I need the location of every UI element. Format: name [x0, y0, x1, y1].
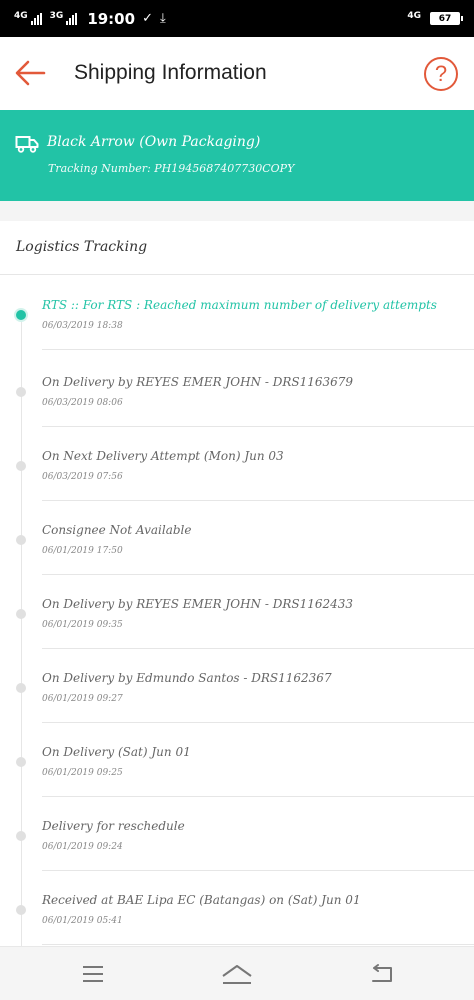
back-icon [372, 964, 392, 982]
event-date: 06/01/2019 09:27 [42, 694, 123, 704]
event-status: RTS :: For RTS : Reached maximum number … [42, 298, 437, 312]
event-status: On Next Delivery Attempt (Mon) Jun 03 [42, 449, 284, 463]
event-date: 06/01/2019 17:50 [42, 546, 123, 556]
timeline-dot [16, 831, 26, 841]
signal-bars-icon [66, 12, 78, 25]
battery-icon: 67 [430, 12, 463, 25]
timeline-dot [16, 757, 26, 767]
clock: 19:00 [87, 9, 136, 28]
timeline-event: Delivery for reschedule 06/01/2019 09:24 [0, 797, 474, 871]
event-status: Consignee Not Available [42, 523, 192, 537]
event-date: 06/01/2019 05:41 [42, 916, 123, 926]
timeline-event: On Delivery by REYES EMER JOHN - DRS1163… [0, 353, 474, 427]
event-date: 06/03/2019 18:38 [42, 321, 123, 331]
section-title: Logistics Tracking [0, 221, 474, 275]
shipment-banner: Black Arrow (Own Packaging) Tracking Num… [0, 110, 474, 201]
tracking-number[interactable]: Tracking Number: PH1945687407730COPY [48, 162, 294, 175]
timeline-event: On Delivery by REYES EMER JOHN - DRS1162… [0, 575, 474, 649]
event-status: On Delivery (Sat) Jun 01 [42, 745, 191, 759]
home-button[interactable] [217, 961, 257, 987]
truck-icon [15, 136, 39, 153]
timeline-event: RTS :: For RTS : Reached maximum number … [0, 276, 474, 350]
back-arrow-icon [15, 60, 46, 86]
event-date: 06/01/2019 09:24 [42, 842, 123, 852]
carrier-name: Black Arrow (Own Packaging) [47, 134, 261, 150]
timeline-dot [16, 461, 26, 471]
check-icon: ✓ [142, 11, 153, 26]
signal-bars-icon [30, 12, 42, 25]
help-icon: ? [434, 61, 448, 86]
event-status: On Delivery by REYES EMER JOHN - DRS1163… [42, 375, 354, 389]
tracking-timeline: RTS :: For RTS : Reached maximum number … [0, 276, 474, 946]
event-date: 06/03/2019 08:06 [42, 398, 123, 408]
timeline-dot-active [14, 308, 28, 322]
event-status: Delivery for reschedule [42, 819, 185, 833]
timeline-event: On Delivery by Edmundo Santos - DRS11623… [0, 649, 474, 723]
menu-button[interactable] [73, 961, 113, 987]
timeline-event: On Next Delivery Attempt (Mon) Jun 03 06… [0, 427, 474, 501]
event-status: On Delivery by REYES EMER JOHN - DRS1162… [42, 597, 354, 611]
timeline-dot [16, 387, 26, 397]
event-date: 06/01/2019 09:25 [42, 768, 123, 778]
download-icon: ⤓ [159, 11, 166, 26]
timeline-dot [16, 683, 26, 693]
divider [42, 349, 474, 350]
signal-4g-label: 4G [407, 10, 421, 21]
timeline-event: Consignee Not Available 06/01/2019 17:50 [0, 501, 474, 575]
signal-4g-label: 4G [14, 10, 28, 21]
timeline-dot [16, 609, 26, 619]
signal-3g-label: 3G [49, 10, 64, 21]
event-date: 06/03/2019 07:56 [42, 472, 123, 482]
back-button[interactable] [12, 55, 52, 91]
help-button[interactable]: ? [424, 57, 458, 91]
divider [42, 944, 474, 945]
status-bar: 4G 3G 19:00 ✓ ⤓ 4G 67 [0, 0, 474, 37]
system-back-button[interactable] [362, 961, 402, 987]
home-icon [222, 965, 252, 984]
system-nav-bar [0, 946, 474, 1000]
menu-icon [83, 966, 103, 982]
event-status: Received at BAE Lipa EC (Batangas) on (S… [42, 893, 361, 907]
event-status: On Delivery by Edmundo Santos - DRS11623… [42, 671, 332, 685]
app-header: Shipping Information ? [0, 37, 474, 110]
timeline-dot [16, 905, 26, 915]
page-title: Shipping Information [74, 61, 267, 84]
timeline-event: On Delivery (Sat) Jun 01 06/01/2019 09:2… [0, 723, 474, 797]
timeline-dot [16, 535, 26, 545]
event-date: 06/01/2019 09:35 [42, 620, 123, 630]
timeline-event: Received at BAE Lipa EC (Batangas) on (S… [0, 871, 474, 945]
section-divider [0, 201, 474, 221]
battery-level: 67 [438, 13, 452, 24]
